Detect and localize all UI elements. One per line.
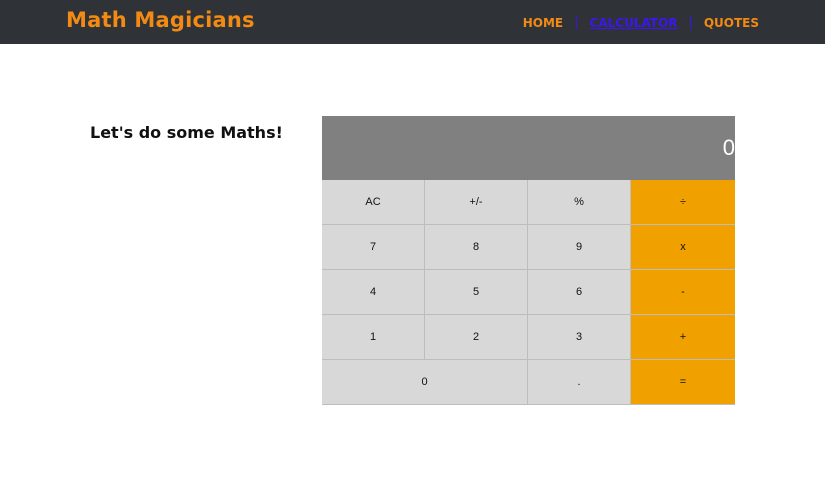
nav-home-link[interactable]: HOME xyxy=(523,16,563,30)
navbar: Math Magicians HOME | CALCULATOR | QUOTE… xyxy=(0,0,825,44)
page-heading: Let's do some Maths! xyxy=(90,123,283,143)
nav-quotes-link[interactable]: QUOTES xyxy=(704,16,759,30)
digit-8-button[interactable]: 8 xyxy=(425,225,528,270)
digit-9-button[interactable]: 9 xyxy=(528,225,631,270)
digit-3-button[interactable]: 3 xyxy=(528,315,631,360)
digit-6-button[interactable]: 6 xyxy=(528,270,631,315)
digit-7-button[interactable]: 7 xyxy=(322,225,425,270)
digit-4-button[interactable]: 4 xyxy=(322,270,425,315)
nav-calculator-link[interactable]: CALCULATOR xyxy=(590,16,678,30)
digit-0-button[interactable]: 0 xyxy=(322,360,528,405)
digit-1-button[interactable]: 1 xyxy=(322,315,425,360)
calculator-display: 0 xyxy=(322,116,735,180)
divide-button[interactable]: ÷ xyxy=(631,180,735,225)
main-nav: HOME | CALCULATOR | QUOTES xyxy=(523,15,759,30)
add-button[interactable]: + xyxy=(631,315,735,360)
nav-separator: | xyxy=(688,15,693,30)
subtract-button[interactable]: - xyxy=(631,270,735,315)
calculator: 0 AC +/- % ÷ 7 8 9 x 4 5 6 - 1 2 3 + 0 .… xyxy=(322,116,735,405)
toggle-sign-button[interactable]: +/- xyxy=(425,180,528,225)
percent-button[interactable]: % xyxy=(528,180,631,225)
equals-button[interactable]: = xyxy=(631,360,735,405)
digit-5-button[interactable]: 5 xyxy=(425,270,528,315)
digit-2-button[interactable]: 2 xyxy=(425,315,528,360)
brand-title: Math Magicians xyxy=(66,8,255,32)
calculator-keypad: AC +/- % ÷ 7 8 9 x 4 5 6 - 1 2 3 + 0 . = xyxy=(322,180,735,405)
multiply-button[interactable]: x xyxy=(631,225,735,270)
nav-separator: | xyxy=(574,15,579,30)
decimal-button[interactable]: . xyxy=(528,360,631,405)
all-clear-button[interactable]: AC xyxy=(322,180,425,225)
